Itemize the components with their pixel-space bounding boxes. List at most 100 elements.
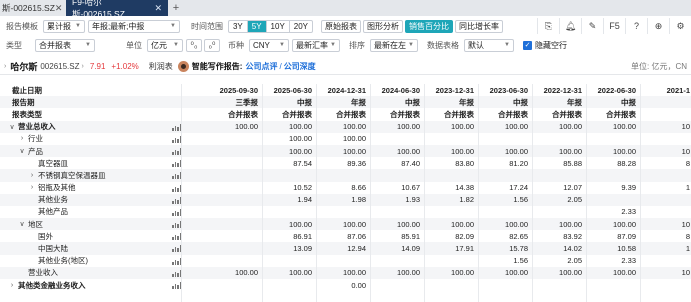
new-tab-icon[interactable]: + — [168, 0, 184, 16]
bar-chart-icon[interactable] — [172, 245, 181, 253]
currency-select[interactable]: CNY ▼ — [249, 38, 289, 52]
table-cell: 100.00 — [397, 122, 420, 132]
chevron-left-icon[interactable]: › — [4, 63, 6, 70]
range-3y[interactable]: 3Y — [229, 20, 248, 32]
unit-select[interactable]: 亿元 ▼ — [147, 38, 183, 52]
table-cell: 100.00 — [613, 146, 636, 156]
chevron-down-icon[interactable]: ∨ — [18, 220, 26, 228]
bell-icon[interactable]: 🔔︎ — [559, 18, 581, 34]
table-row[interactable]: › 不锈钢真空保温器皿 — [0, 169, 691, 182]
view-yoy-growth-button[interactable]: 同比增长率 — [455, 19, 504, 33]
bar-chart-icon[interactable] — [172, 257, 181, 265]
table-row[interactable]: ∨ 营业总收入 100.00 100.00 100.00 100.00 100.00 100.… — [0, 120, 691, 133]
column-header-cell: 三季报 — [235, 97, 259, 107]
edit-icon[interactable]: ✎ — [581, 18, 603, 34]
table-cell: 0.00 — [351, 280, 366, 290]
column-divider — [181, 84, 182, 302]
bar-chart-icon[interactable] — [172, 160, 181, 168]
exchange-rate-select[interactable]: 最新汇率 ▼ — [292, 38, 340, 52]
link-separator: / — [279, 61, 282, 71]
sort-label: 排序 — [349, 40, 365, 50]
table-row[interactable]: ∨ 产品 100.00 100.00 100.00 100.00 100.00 100.00 1… — [0, 144, 691, 158]
table-cell: 100.00 — [397, 146, 420, 156]
table-row[interactable]: ∨ 地区 100.00 100.00 100.00 100.00 100.00 100.00 1… — [0, 218, 691, 231]
table-cell: 87.09 — [617, 231, 636, 241]
table-row[interactable]: › 铝瓶及其他 10.52 8.66 10.67 14.38 17.24 12.07 9.39 1 — [0, 182, 691, 194]
column-header-cell: 2022-06-30 — [597, 85, 636, 95]
table-cell — [640, 133, 691, 145]
range-10y[interactable]: 10Y — [267, 20, 290, 32]
period-select[interactable]: 年报;最新;中报 ▼ — [87, 19, 180, 33]
settings-icon[interactable]: ⚙ — [669, 18, 691, 34]
sort-select[interactable]: 最新在左 ▼ — [370, 38, 418, 52]
table-row[interactable]: › 行业 100.00 100.00 — [0, 133, 691, 145]
chevron-down-icon: ▼ — [408, 42, 414, 48]
column-header-cell: 2024-06-30 — [381, 85, 420, 95]
decimal-decrease-icon[interactable]: ⁰₀ — [186, 38, 202, 52]
help-icon[interactable]: ? — [625, 18, 647, 34]
bar-chart-icon[interactable] — [172, 172, 181, 180]
table-cell: 1.82 — [459, 195, 474, 205]
decimal-increase-icon[interactable]: ₀⁰ — [204, 38, 220, 52]
table-row[interactable]: 营业收入 100.00 100.00 100.00 100.00 100.00 100.00… — [0, 266, 691, 279]
chevron-right-icon[interactable]: › — [8, 282, 16, 289]
table-cell: 100.00 — [613, 268, 636, 278]
view-sales-percent-button[interactable]: 销售百分比 — [405, 19, 454, 33]
bar-chart-icon[interactable] — [172, 135, 181, 143]
bar-chart-icon[interactable] — [172, 196, 181, 204]
company-depth-link[interactable]: 公司深度 — [284, 61, 316, 72]
chevron-right-icon[interactable]: › — [18, 135, 26, 142]
company-review-link[interactable]: 公司点评 — [245, 61, 277, 72]
table-row[interactable]: 真空器皿 87.54 89.36 87.40 83.80 81.20 85.88 88.28 8 — [0, 157, 691, 169]
type-select[interactable]: 合并报表 ▼ — [35, 38, 95, 52]
close-icon[interactable]: ✕ — [55, 3, 63, 14]
chevron-down-icon[interactable]: ∨ — [18, 147, 26, 155]
column-divider — [586, 84, 587, 302]
plus-icon[interactable]: ⊕ — [647, 18, 669, 34]
table-row[interactable]: 其他产品 2.33 — [0, 206, 691, 218]
view-raw-report-button[interactable]: 原始报表 — [321, 19, 362, 33]
table-cell: 100.00 — [451, 219, 474, 229]
table-cell: 87.54 — [293, 158, 312, 168]
row-label: 地区 — [28, 219, 43, 229]
chevron-down-icon[interactable]: ∨ — [8, 123, 16, 131]
table-row[interactable]: 其他业务 1.94 1.98 1.93 1.82 1.56 2.05 — [0, 193, 691, 206]
f5-refresh-button[interactable]: F5 — [603, 18, 625, 34]
template-select[interactable]: 累计报 ▼ — [43, 19, 85, 33]
table-cell — [640, 279, 691, 291]
row-label: 营业收入 — [28, 268, 58, 278]
bar-chart-icon[interactable] — [172, 233, 181, 241]
view-graph-analysis-button[interactable]: 图形分析 — [363, 19, 404, 33]
chevron-right-icon[interactable]: › — [28, 184, 36, 191]
bar-chart-icon[interactable] — [172, 208, 181, 216]
table-cell: 100.00 — [559, 146, 582, 156]
chevron-right-icon[interactable]: › — [28, 172, 36, 179]
column-divider — [370, 84, 371, 302]
bar-chart-icon[interactable] — [172, 123, 181, 131]
table-row[interactable]: › 其他类金融业务收入 0.00 — [0, 279, 691, 291]
bar-chart-icon[interactable] — [172, 282, 181, 289]
bar-chart-icon[interactable] — [172, 221, 181, 229]
bar-chart-icon[interactable] — [172, 184, 181, 192]
bar-chart-icon[interactable] — [172, 269, 181, 277]
table-row[interactable]: 国外 86.91 87.06 85.91 82.09 82.65 83.92 87.09 8 — [0, 230, 691, 242]
table-cell — [370, 279, 424, 291]
tab-f9-active[interactable]: F9-哈尔斯-002615.SZ ✕ — [66, 0, 168, 19]
format-select[interactable]: 默认 ▼ — [464, 38, 514, 52]
column-divider — [316, 84, 317, 302]
bar-chart-icon[interactable] — [172, 147, 181, 155]
chevron-right-icon[interactable]: › — [82, 63, 84, 70]
table-cell: 100.00 — [343, 219, 366, 229]
table-cell: 2.05 — [567, 256, 582, 266]
range-5y[interactable]: 5Y — [247, 20, 267, 32]
save-icon[interactable]: ⎘ — [537, 18, 559, 34]
hide-empty-checkbox[interactable]: ✓ — [523, 40, 532, 50]
column-header-cell: 2023-12-31 — [435, 85, 474, 95]
tab-stock-prev[interactable]: 斯-002615.SZ ✕ — [0, 0, 66, 16]
table-row[interactable]: 其他业务(地区) 1.56 2.05 2.33 — [0, 255, 691, 267]
column-header-cell: 合并报表 — [282, 109, 312, 119]
table-row[interactable]: 中国大陆 13.09 12.94 14.09 17.91 15.78 14.02 10.58 1 — [0, 242, 691, 255]
close-icon[interactable]: ✕ — [154, 3, 162, 14]
column-header-cell: 年报 — [567, 97, 582, 107]
range-20y[interactable]: 20Y — [290, 21, 312, 32]
